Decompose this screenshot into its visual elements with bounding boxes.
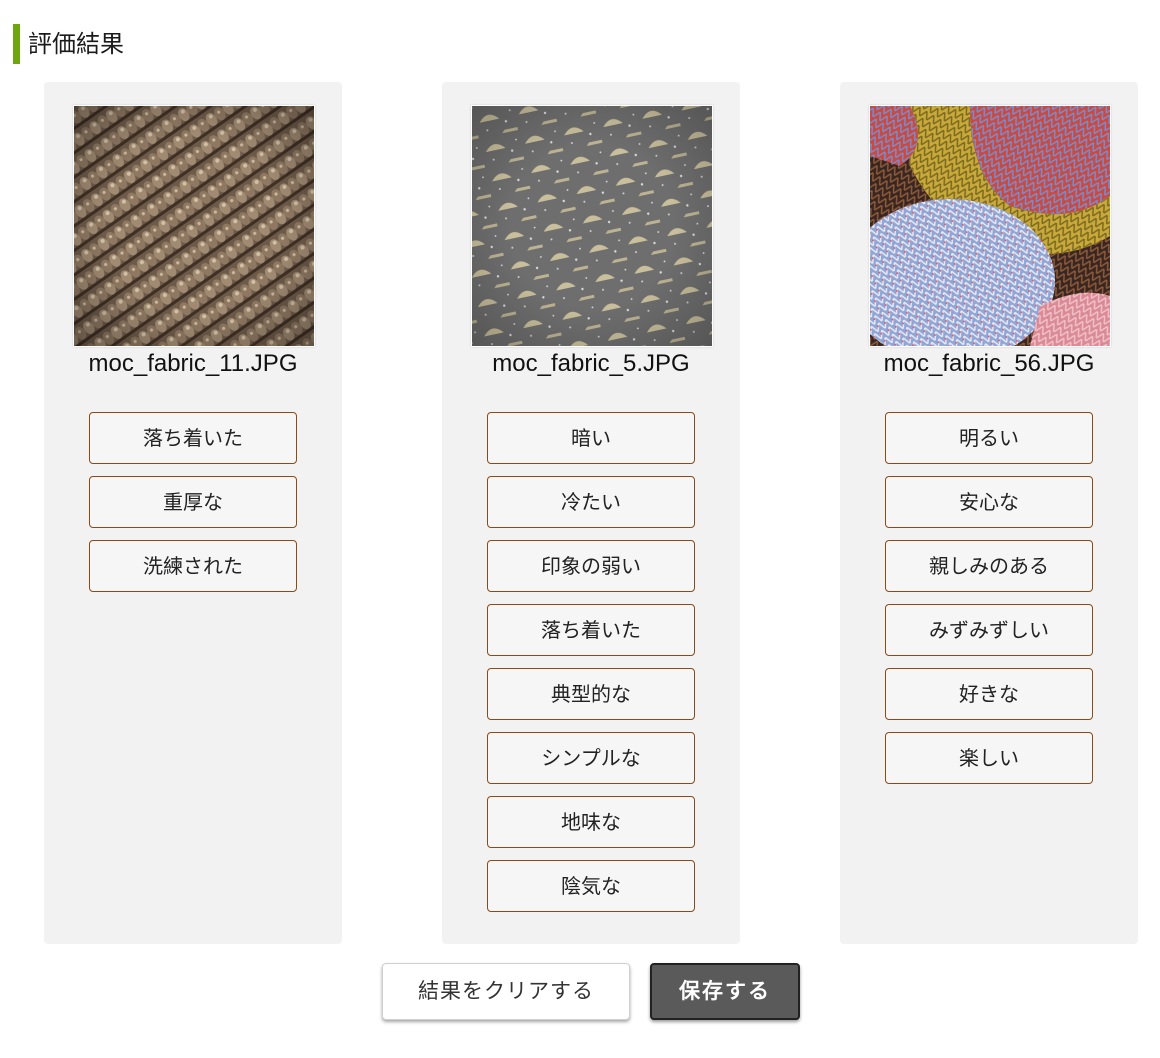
fabric-thumbnail [73, 105, 315, 347]
tag-button[interactable]: 陰気な [487, 860, 695, 912]
result-cards: moc_fabric_11.JPG 落ち着いた 重厚な 洗練された moc_fa… [0, 82, 1160, 944]
tag-button[interactable]: 親しみのある [885, 540, 1093, 592]
tag-button[interactable]: 暗い [487, 412, 695, 464]
tag-button[interactable]: 楽しい [885, 732, 1093, 784]
tag-button[interactable]: 冷たい [487, 476, 695, 528]
tag-button[interactable]: 重厚な [89, 476, 297, 528]
tag-button[interactable]: 落ち着いた [89, 412, 297, 464]
result-card: moc_fabric_11.JPG 落ち着いた 重厚な 洗練された [44, 82, 342, 944]
save-button[interactable]: 保存する [650, 963, 800, 1020]
result-card: moc_fabric_56.JPG 明るい 安心な 親しみのある みずみずしい … [840, 82, 1138, 944]
tag-button[interactable]: 典型的な [487, 668, 695, 720]
tag-button[interactable]: 地味な [487, 796, 695, 848]
tag-button[interactable]: シンプルな [487, 732, 695, 784]
fabric-thumbnail [471, 105, 713, 347]
tag-button[interactable]: 落ち着いた [487, 604, 695, 656]
fabric-filename: moc_fabric_56.JPG [883, 350, 1095, 377]
tag-button[interactable]: 明るい [885, 412, 1093, 464]
action-bar: 結果をクリアする 保存する [0, 962, 1160, 1022]
tag-list: 落ち着いた 重厚な 洗練された [89, 412, 297, 604]
tag-list: 明るい 安心な 親しみのある みずみずしい 好きな 楽しい [885, 412, 1093, 796]
fabric-thumbnail [869, 105, 1111, 347]
tag-list: 暗い 冷たい 印象の弱い 落ち着いた 典型的な シンプルな 地味な 陰気な [487, 412, 695, 924]
tag-button[interactable]: 洗練された [89, 540, 297, 592]
fabric-filename: moc_fabric_11.JPG [88, 350, 298, 377]
tag-button[interactable]: 好きな [885, 668, 1093, 720]
tag-button[interactable]: 印象の弱い [487, 540, 695, 592]
fabric-filename: moc_fabric_5.JPG [492, 350, 690, 377]
result-card: moc_fabric_5.JPG 暗い 冷たい 印象の弱い 落ち着いた 典型的な… [442, 82, 740, 944]
tag-button[interactable]: 安心な [885, 476, 1093, 528]
page-title: 評価結果 [13, 24, 124, 64]
tag-button[interactable]: みずみずしい [885, 604, 1093, 656]
clear-results-button[interactable]: 結果をクリアする [382, 963, 630, 1020]
